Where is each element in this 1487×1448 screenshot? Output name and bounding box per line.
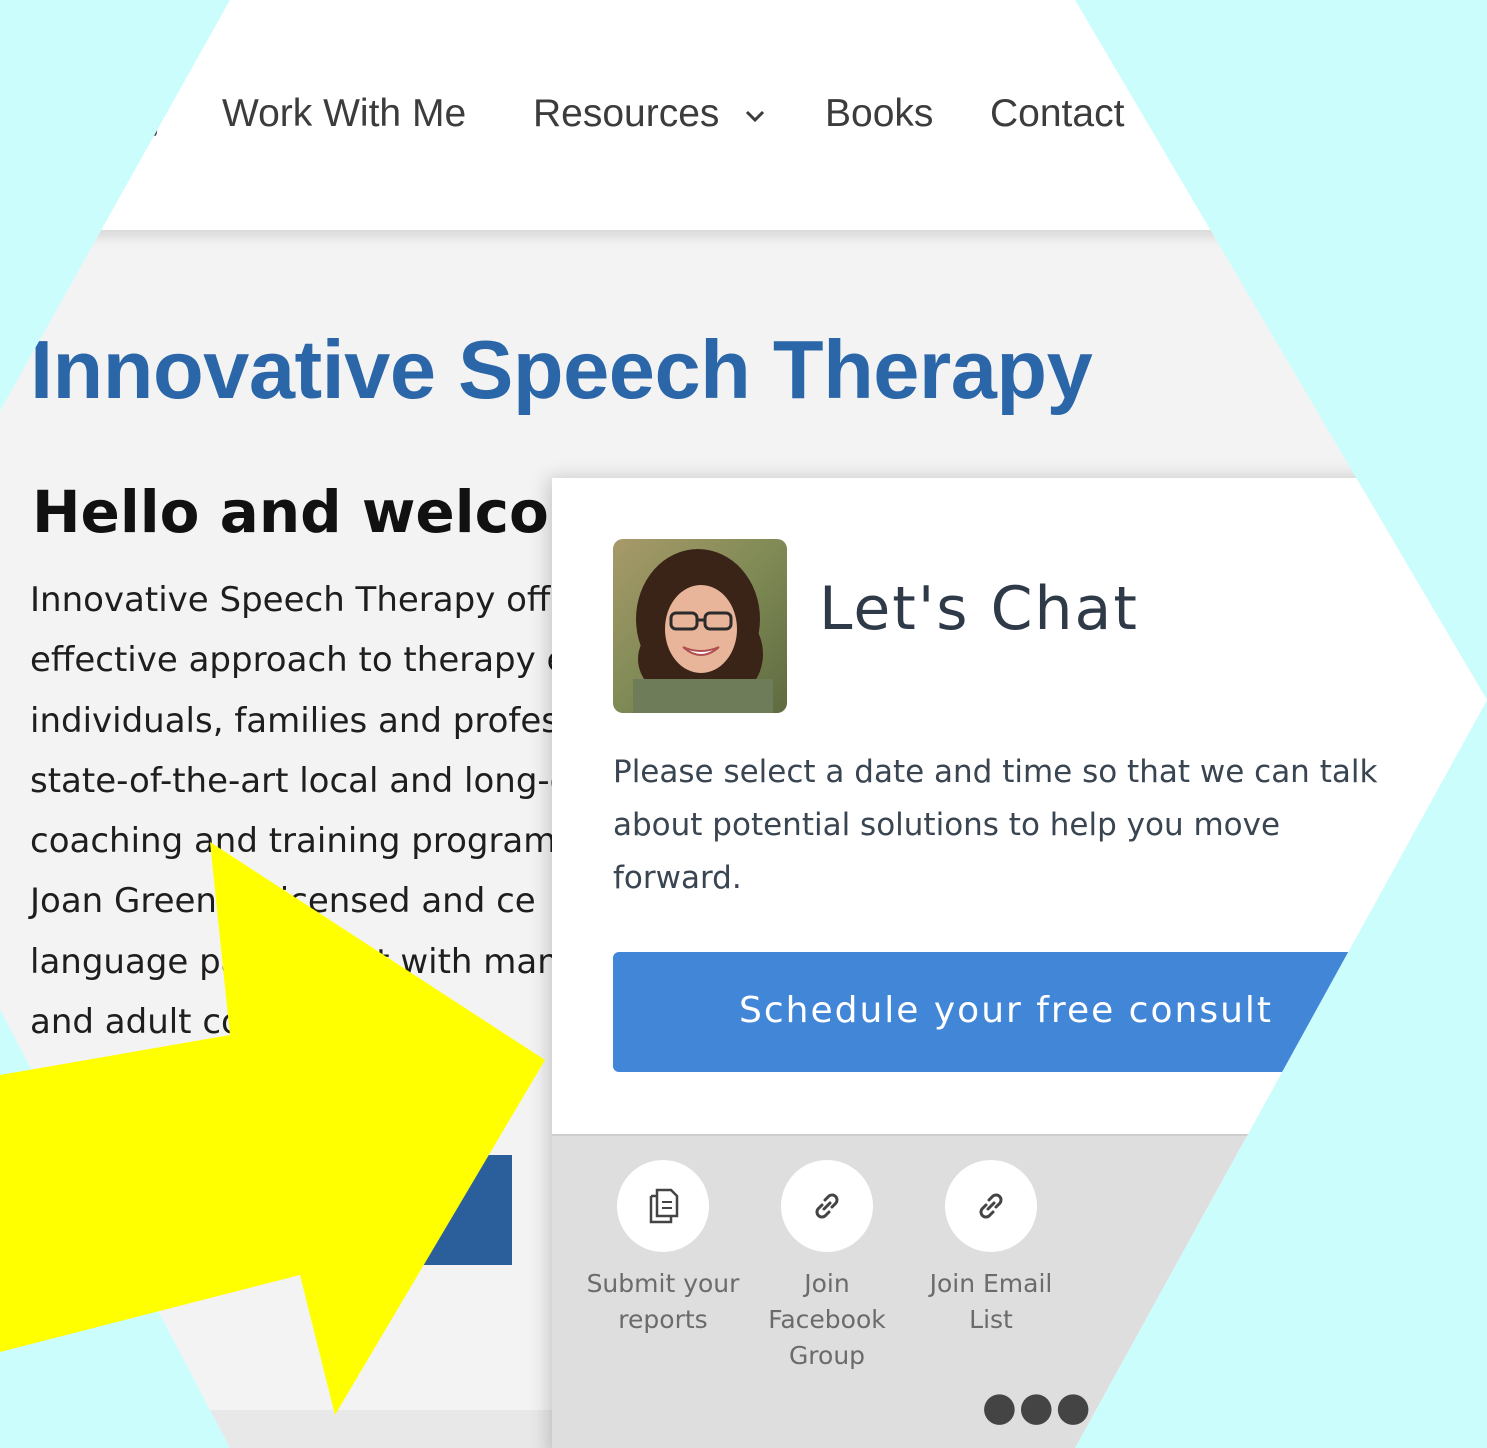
page-title: Innovative Speech Therapy <box>30 323 1093 416</box>
nav-resources[interactable]: Resources <box>533 92 766 136</box>
action-label: Join Email List <box>929 1269 1053 1334</box>
nav-work-with-me[interactable]: Work With Me <box>222 92 466 136</box>
nav-resources-label: Resources <box>533 92 720 135</box>
chat-actions-bar: Submit your reports Join Facebook Group <box>552 1134 1487 1448</box>
chat-title: Let's Chat <box>819 574 1139 644</box>
action-submit-reports[interactable]: Submit your reports <box>578 1160 748 1338</box>
screenshot-hexagon-frame: , Work With Me Resources Books Contact I… <box>0 0 1487 1448</box>
action-join-facebook[interactable]: Join Facebook Group <box>742 1160 912 1374</box>
chat-widget: Let's Chat Please select a date and time… <box>552 478 1487 1448</box>
page-cta-button[interactable] <box>330 1155 512 1265</box>
schedule-consult-button[interactable]: Schedule your free consult <box>613 952 1433 1072</box>
page-bottom-strip <box>0 1410 560 1448</box>
avatar <box>613 539 787 713</box>
more-options-icon[interactable]: ●●● <box>982 1384 1093 1430</box>
nav-contact[interactable]: Contact <box>990 92 1124 136</box>
action-label: Submit your reports <box>586 1269 740 1334</box>
action-circle[interactable] <box>617 1160 709 1252</box>
chevron-down-icon <box>746 110 765 122</box>
action-label: Join Facebook Group <box>768 1269 886 1370</box>
nav-books[interactable]: Books <box>825 92 933 136</box>
action-circle[interactable] <box>945 1160 1037 1252</box>
action-circle[interactable] <box>781 1160 873 1252</box>
link-icon <box>815 1193 839 1219</box>
documents-icon <box>649 1188 679 1224</box>
chat-description: Please select a date and time so that we… <box>613 754 1378 896</box>
action-join-email-list[interactable]: Join Email List <box>906 1160 1076 1338</box>
nav-separator: , <box>150 98 161 140</box>
link-icon <box>979 1193 1003 1219</box>
schedule-consult-label: Schedule your free consult <box>739 990 1274 1031</box>
site-header: , Work With Me Resources Books Contact <box>0 0 1487 230</box>
profile-photo <box>613 539 787 713</box>
welcome-heading: Hello and welcom <box>32 478 610 546</box>
